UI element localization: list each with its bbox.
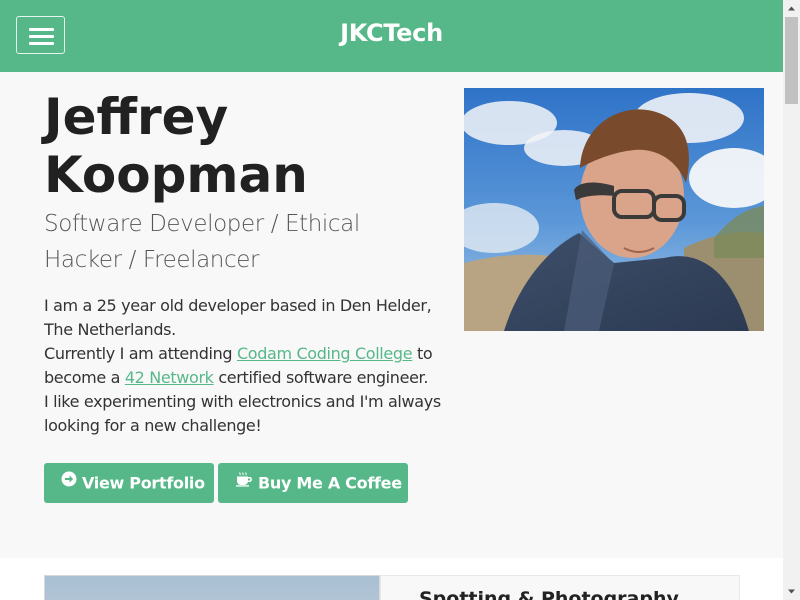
bio-text-end: certified software engineer.	[213, 368, 429, 387]
name-last: Koopman	[44, 146, 308, 204]
menu-toggle-button[interactable]	[16, 16, 65, 54]
card-image	[44, 575, 380, 600]
scroll-up-arrow-icon[interactable]	[783, 0, 800, 17]
coffee-cup-icon	[235, 462, 253, 502]
card-title: Spotting & Photography	[419, 588, 679, 600]
hamburger-menu-icon	[29, 27, 54, 45]
card-body: Spotting & Photography	[380, 575, 740, 600]
hero-section: Jeffrey Koopman Software Developer / Eth…	[0, 72, 783, 558]
browser-viewport: JKCTech Jeffrey Koopman Software Develop…	[0, 0, 800, 600]
name-first: Jeffrey	[44, 88, 229, 146]
bio-line-challenge: I like experimenting with electronics an…	[44, 392, 441, 435]
hero-subtitle: Software Developer / Ethical Hacker / Fr…	[44, 211, 360, 273]
scrollbar-thumb[interactable]	[785, 17, 798, 104]
navbar: JKCTech	[0, 0, 783, 72]
page-title: Jeffrey Koopman	[44, 88, 444, 204]
codam-link[interactable]: Codam Coding College	[237, 344, 413, 363]
brand-logo-text[interactable]: JKCTech	[0, 0, 783, 68]
page: JKCTech Jeffrey Koopman Software Develop…	[0, 0, 783, 600]
42-network-link[interactable]: 42 Network	[125, 368, 214, 387]
scroll-down-arrow-icon[interactable]	[783, 583, 800, 600]
bio-text-before: Currently I am attending	[44, 344, 237, 363]
view-portfolio-button[interactable]: View Portfolio	[44, 463, 214, 503]
arrow-circle-right-icon	[61, 462, 77, 502]
bio-text: I am a 25 year old developer based in De…	[44, 294, 454, 438]
buy-me-a-coffee-label: Buy Me A Coffee	[258, 473, 402, 493]
profile-photo	[464, 88, 764, 331]
vertical-scrollbar[interactable]	[783, 0, 800, 600]
buy-me-a-coffee-button[interactable]: Buy Me A Coffee	[218, 463, 408, 503]
bio-line-location: I am a 25 year old developer based in De…	[44, 296, 432, 339]
view-portfolio-label: View Portfolio	[82, 473, 205, 493]
